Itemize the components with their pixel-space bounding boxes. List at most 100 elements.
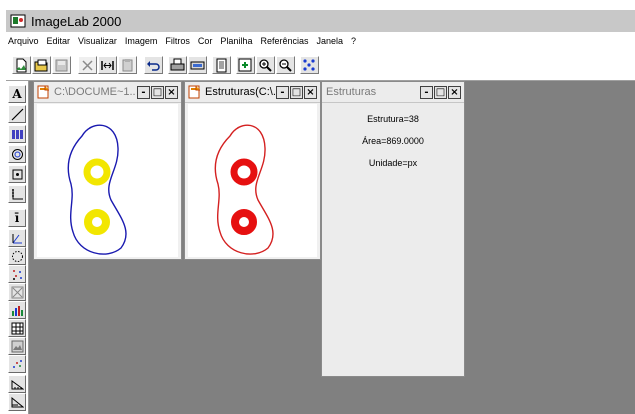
menu-help[interactable]: ?	[347, 36, 360, 46]
document-button[interactable]	[212, 56, 231, 74]
grid-tool-button[interactable]	[8, 319, 26, 337]
axis-icon	[11, 188, 23, 199]
original-image-window[interactable]: C:\DOCUME~1... - □ ×	[33, 81, 182, 260]
tool-palette: A ī	[6, 81, 29, 414]
open-document-button[interactable]	[32, 56, 51, 74]
crop-pair-icon	[101, 60, 114, 70]
menu-editar[interactable]: Editar	[43, 36, 75, 46]
structures-info-window[interactable]: Estruturas - □ × Estrutura=38 Área=869.0…	[321, 81, 465, 377]
original-spot-lower	[84, 209, 110, 235]
scan-button[interactable]	[188, 56, 207, 74]
image-document-icon	[37, 85, 49, 99]
maximize-icon[interactable]: □	[434, 85, 447, 99]
print-button[interactable]	[168, 56, 187, 74]
original-window-controls: - □ ×	[136, 85, 178, 99]
menu-janela[interactable]: Janela	[312, 36, 347, 46]
close-icon[interactable]: ×	[448, 85, 461, 99]
info-window-controls: - □ ×	[419, 85, 461, 99]
menu-planilha[interactable]: Planilha	[216, 36, 256, 46]
title-bar: ImageLab 2000	[6, 10, 635, 32]
minimize-icon[interactable]: -	[420, 85, 433, 99]
maximize-icon[interactable]: □	[290, 85, 303, 99]
structures-image-canvas[interactable]	[188, 104, 317, 257]
crop-pair-button[interactable]	[98, 56, 117, 74]
lasso-icon	[11, 250, 23, 262]
paste-button[interactable]	[118, 56, 137, 74]
structure-area: Área=869.0000	[362, 136, 424, 146]
undo-button[interactable]	[144, 56, 163, 74]
scatter-tool-button[interactable]	[8, 355, 26, 373]
lasso-tool-button[interactable]	[8, 247, 26, 265]
original-window-titlebar[interactable]: C:\DOCUME~1... - □ ×	[34, 82, 181, 103]
structure-unit: Unidade=px	[368, 158, 418, 168]
bar-tool-button[interactable]: ī	[8, 209, 26, 227]
menu-imagem[interactable]: Imagem	[121, 36, 162, 46]
histogram-tool-button[interactable]	[8, 301, 26, 319]
print-icon	[170, 58, 185, 70]
paste-icon	[122, 58, 133, 71]
structures-window-title: Estruturas(C:\...	[205, 86, 275, 98]
add-image-button[interactable]	[236, 56, 255, 74]
minimize-icon[interactable]: -	[276, 85, 289, 99]
save-icon	[55, 59, 68, 71]
target-icon	[11, 148, 23, 160]
columns-icon	[11, 129, 23, 139]
menu-visualizar[interactable]: Visualizar	[74, 36, 121, 46]
angle-icon	[12, 233, 22, 243]
axis-tool-button[interactable]	[8, 185, 26, 203]
image-tool-button[interactable]	[8, 337, 26, 355]
structures-image-window[interactable]: Estruturas(C:\... - □ ×	[184, 81, 321, 260]
angle-tool-button[interactable]	[8, 229, 26, 247]
image-document-icon	[188, 85, 200, 99]
menu-cor[interactable]: Cor	[194, 36, 217, 46]
text-tool-button[interactable]: A	[8, 85, 26, 103]
maximize-icon[interactable]: □	[151, 85, 164, 99]
columns-tool-button[interactable]	[8, 125, 26, 143]
point-tool-button[interactable]	[8, 165, 26, 183]
structure-dots-icon	[303, 58, 315, 71]
app-logo-icon	[10, 14, 26, 28]
new-document-icon	[16, 58, 27, 72]
cross-icon	[11, 286, 23, 298]
grid-icon	[11, 322, 23, 334]
menu-referencias[interactable]: Referências	[256, 36, 312, 46]
close-icon[interactable]: ×	[304, 85, 317, 99]
structures-spot-upper	[230, 158, 258, 186]
original-window-title: C:\DOCUME~1...	[54, 86, 136, 98]
menu-arquivo[interactable]: Arquivo	[6, 36, 43, 46]
target-tool-button[interactable]	[8, 145, 26, 163]
mdi-workspace: C:\DOCUME~1... - □ × Estruturas(C:\... -…	[29, 81, 635, 414]
structures-window-titlebar[interactable]: Estruturas(C:\... - □ ×	[185, 82, 320, 103]
info-window-titlebar[interactable]: Estruturas - □ ×	[322, 82, 464, 103]
menu-filtros[interactable]: Filtros	[161, 36, 194, 46]
triangle-ruler-icon	[11, 396, 24, 407]
undo-icon	[147, 60, 160, 71]
cut-icon	[82, 59, 93, 71]
cut-button[interactable]	[78, 56, 97, 74]
triangle-tool-button[interactable]	[8, 393, 26, 411]
original-spot-upper	[83, 158, 111, 186]
zoom-in-button[interactable]	[256, 56, 275, 74]
structure-dots-button[interactable]	[300, 56, 319, 74]
histogram-icon	[11, 305, 23, 316]
new-document-button[interactable]	[12, 56, 31, 74]
line-icon	[11, 108, 23, 120]
ruler-tool-button[interactable]	[8, 375, 26, 393]
line-tool-button[interactable]	[8, 105, 26, 123]
add-image-icon	[238, 58, 252, 71]
document-icon	[216, 58, 227, 72]
original-image-canvas[interactable]	[37, 104, 178, 257]
info-window-title: Estruturas	[326, 86, 377, 98]
particles-tool-button[interactable]	[8, 265, 26, 283]
zoom-out-button[interactable]	[276, 56, 295, 74]
structures-spot-lower	[231, 209, 257, 235]
minimize-icon[interactable]: -	[137, 85, 150, 99]
cross-tool-button[interactable]	[8, 283, 26, 301]
save-document-button[interactable]	[52, 56, 71, 74]
close-icon[interactable]: ×	[165, 85, 178, 99]
toolbar	[6, 50, 635, 81]
point-box-icon	[12, 169, 22, 179]
application-window: ImageLab 2000 Arquivo Editar Visualizar …	[6, 10, 635, 414]
particles-icon	[12, 269, 22, 280]
ruler-icon	[11, 379, 24, 389]
